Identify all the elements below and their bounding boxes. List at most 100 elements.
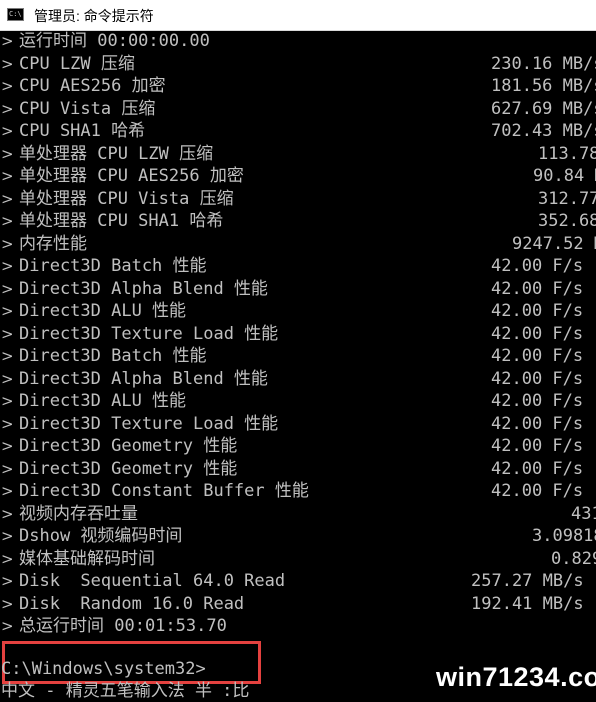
chevron-right-icon: > <box>1 594 14 613</box>
line-label: 单处理器 CPU SHA1 哈希 <box>19 211 224 231</box>
command-prompt[interactable]: C:\Windows\system32> <box>1 658 206 680</box>
chevron-right-icon: > <box>1 99 14 118</box>
line-label: Direct3D Batch 性能 <box>19 256 207 276</box>
chevron-right-icon: > <box>1 347 14 365</box>
console-line: > Direct3D Constant Buffer 性能 42.00 F/s <box>0 480 596 502</box>
chevron-right-icon: > <box>1 212 14 230</box>
line-label: 单处理器 CPU AES256 加密 <box>19 166 244 186</box>
line-value: 90.84 M <box>533 166 596 186</box>
line-label: 单处理器 CPU Vista 压缩 <box>19 188 234 209</box>
console-line: > Direct3D ALU 性能 42.00 F/s <box>0 390 596 412</box>
line-value: 192.41 MB/s <box>471 593 584 614</box>
line-value: 113.78 <box>538 143 596 164</box>
line-label: Direct3D Geometry 性能 <box>19 458 238 479</box>
line-label: CPU AES256 加密 <box>19 76 166 96</box>
chevron-right-icon: > <box>1 54 14 73</box>
console-line: > CPU LZW 压缩 230.16 MB/s <box>0 53 596 75</box>
chevron-right-icon: > <box>1 279 14 298</box>
chevron-right-icon: > <box>1 459 14 478</box>
line-label: CPU Vista 压缩 <box>19 98 156 119</box>
console-line: > 视频内存吞吐量 4310.8 <box>0 503 596 525</box>
line-value: 42.00 F/s <box>491 256 584 276</box>
console-line: > Disk Random 16.0 Read 192.41 MB/s <box>0 593 596 615</box>
console-line: > 单处理器 CPU SHA1 哈希 352.68 <box>0 210 596 232</box>
ime-status-bar: 中文 - 精灵五笔输入法 半 :比 <box>1 681 250 701</box>
line-label: Direct3D Texture Load 性能 <box>19 323 279 344</box>
chevron-right-icon: > <box>1 414 14 433</box>
line-label: Direct3D Texture Load 性能 <box>19 413 279 434</box>
line-value: 9247.52 M <box>512 233 596 254</box>
console-line: > 运行时间 00:00:00.00 <box>0 30 596 52</box>
line-label: CPU LZW 压缩 <box>19 53 135 74</box>
chevron-right-icon: > <box>1 189 14 208</box>
line-value: 257.27 MB/s <box>471 571 584 591</box>
console-line: > Direct3D Geometry 性能 42.00 F/s <box>0 435 596 457</box>
chevron-right-icon: > <box>1 369 14 388</box>
chevron-right-icon: > <box>1 392 14 410</box>
chevron-right-icon: > <box>1 437 14 455</box>
console-line: > Direct3D Texture Load 性能 42.00 F/s <box>0 413 596 435</box>
line-label: Direct3D Alpha Blend 性能 <box>19 368 268 389</box>
console-line: > Direct3D ALU 性能 42.00 F/s <box>0 300 596 322</box>
line-label: Disk Random 16.0 Read <box>19 593 245 614</box>
console-line: > 单处理器 CPU Vista 压缩 312.77 <box>0 188 596 210</box>
console-output[interactable]: > 运行时间 00:00:00.00 > CPU LZW 压缩 230.16 MB/s >… <box>0 30 596 697</box>
console-line: > 总运行时间 00:01:53.70 <box>0 615 596 637</box>
line-value: 702.43 MB/s <box>491 121 596 141</box>
chevron-right-icon: > <box>1 302 14 320</box>
console-line: > Direct3D Alpha Blend 性能 42.00 F/s <box>0 368 596 390</box>
console-line: > CPU Vista 压缩 627.69 MB/s <box>0 98 596 120</box>
line-value: 312.77 <box>538 188 596 209</box>
line-label: Direct3D ALU 性能 <box>19 391 187 411</box>
chevron-right-icon: > <box>1 32 14 50</box>
console-line: > Dshow 视频编码时间 3.09818 <box>0 525 596 547</box>
line-value: 42.00 F/s <box>491 413 584 434</box>
line-label: Direct3D Batch 性能 <box>19 346 207 366</box>
console-line: > Direct3D Geometry 性能 42.00 F/s <box>0 458 596 480</box>
line-label: 媒体基础解码时间 <box>19 548 155 569</box>
line-label: 单处理器 CPU LZW 压缩 <box>19 143 214 164</box>
line-value: 42.00 F/s <box>491 301 584 321</box>
chevron-right-icon: > <box>1 527 14 545</box>
chevron-right-icon: > <box>1 234 14 253</box>
title-bar[interactable]: C:\ 管理员: 命令提示符 <box>0 0 596 31</box>
line-value: 42.00 F/s <box>491 391 584 411</box>
chevron-right-icon: > <box>1 549 14 568</box>
line-value: 42.00 F/s <box>491 368 584 389</box>
line-label: Direct3D Constant Buffer 性能 <box>19 481 309 501</box>
line-value: 42.00 F/s <box>491 278 584 299</box>
line-label: Direct3D Geometry 性能 <box>19 436 238 456</box>
chevron-right-icon: > <box>1 257 14 275</box>
window-title: 管理员: 命令提示符 <box>34 8 154 24</box>
line-value: 42.00 F/s <box>491 346 584 366</box>
line-label: Dshow 视频编码时间 <box>19 526 183 546</box>
console-line: > 单处理器 CPU AES256 加密 90.84 M <box>0 165 596 187</box>
chevron-right-icon: > <box>1 324 14 343</box>
console-line: > Direct3D Batch 性能 42.00 F/s <box>0 345 596 367</box>
line-label: 内存性能 <box>19 233 87 254</box>
console-icon[interactable]: C:\ <box>7 8 24 21</box>
console-line: > 媒体基础解码时间 0.829 <box>0 548 596 570</box>
line-label: 视频内存吞吐量 <box>19 503 138 524</box>
line-value: 42.00 F/s <box>491 323 584 344</box>
console-line: > Direct3D Alpha Blend 性能 42.00 F/s <box>0 278 596 300</box>
chevron-right-icon: > <box>1 144 14 163</box>
line-label: Direct3D Alpha Blend 性能 <box>19 278 268 299</box>
line-value: 3.09818 <box>532 526 596 546</box>
line-value: 230.16 MB/s <box>491 53 596 74</box>
chevron-right-icon: > <box>1 482 14 500</box>
line-label: Direct3D ALU 性能 <box>19 301 187 321</box>
chevron-right-icon: > <box>1 504 14 523</box>
line-value: 352.68 <box>538 211 596 231</box>
console-line: > CPU AES256 加密 181.56 MB/s <box>0 75 596 97</box>
console-line: > CPU SHA1 哈希 702.43 MB/s <box>0 120 596 142</box>
console-line: > 内存性能 9247.52 M <box>0 233 596 255</box>
line-value: 4310.8 <box>571 503 596 524</box>
chevron-right-icon: > <box>1 167 14 185</box>
line-value: 627.69 MB/s <box>491 98 596 119</box>
line-label: 运行时间 00:00:00.00 <box>19 31 210 51</box>
line-value: 42.00 F/s <box>491 481 584 501</box>
chevron-right-icon: > <box>1 572 14 590</box>
line-value: 181.56 MB/s <box>491 76 596 96</box>
line-value: 0.829 <box>551 548 596 569</box>
